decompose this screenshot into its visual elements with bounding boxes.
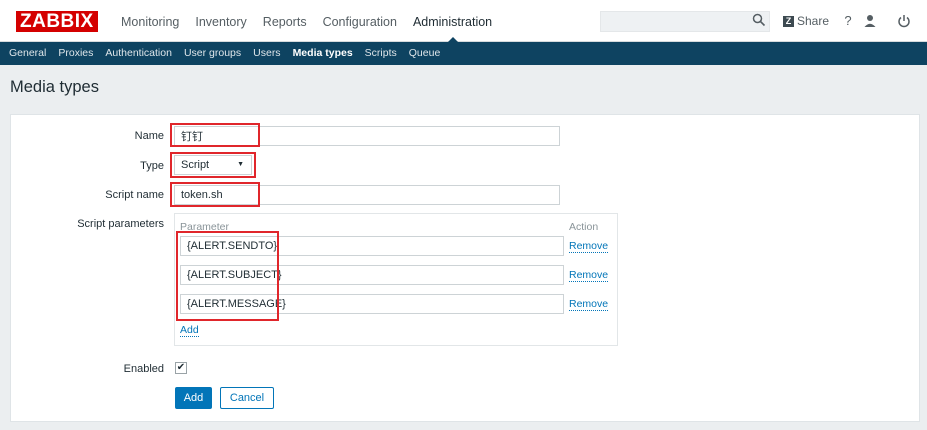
search-input[interactable] <box>600 11 770 32</box>
cancel-button[interactable]: Cancel <box>220 387 274 409</box>
top-menu-configuration[interactable]: Configuration <box>315 0 405 42</box>
zabbix-logo[interactable]: ZABBIX <box>16 11 98 32</box>
sub-menu-users[interactable]: Users <box>247 42 286 65</box>
action-column-header: Action <box>569 221 599 233</box>
top-bar: ZABBIX Monitoring Inventory Reports Conf… <box>0 0 927 43</box>
sub-menu-user-groups[interactable]: User groups <box>178 42 247 65</box>
script-name-input[interactable] <box>174 185 560 205</box>
search-icon[interactable] <box>752 13 766 27</box>
enabled-label: Enabled <box>123 363 164 375</box>
script-params-label: Script parameters <box>77 218 164 230</box>
type-label: Type <box>140 160 164 172</box>
param-input-3[interactable] <box>180 294 564 314</box>
top-menu-monitoring[interactable]: Monitoring <box>113 0 187 42</box>
chevron-down-icon: ▼ <box>237 161 244 168</box>
page-header <box>0 65 927 110</box>
help-icon[interactable]: ? <box>841 13 855 29</box>
user-icon[interactable] <box>863 13 877 29</box>
type-select[interactable]: Script ▼ <box>174 155 252 175</box>
power-icon[interactable] <box>897 13 911 29</box>
top-menu: Monitoring Inventory Reports Configurati… <box>113 0 500 43</box>
sub-menu-media-types[interactable]: Media types <box>287 42 359 65</box>
page-title: Media types <box>10 78 99 96</box>
remove-param-3-link[interactable]: Remove <box>569 298 609 311</box>
add-button[interactable]: Add <box>175 387 212 409</box>
sub-menu-scripts[interactable]: Scripts <box>359 42 403 65</box>
sub-menu-queue[interactable]: Queue <box>403 42 447 65</box>
share-label: Share <box>797 14 830 28</box>
sub-menu-authentication[interactable]: Authentication <box>99 42 178 65</box>
share-button[interactable]: Z Share <box>783 13 829 29</box>
script-name-label: Script name <box>105 189 164 201</box>
top-menu-administration[interactable]: Administration <box>405 0 500 43</box>
top-menu-reports[interactable]: Reports <box>255 0 315 42</box>
param-input-1[interactable] <box>180 236 564 256</box>
sub-menu: General Proxies Authentication User grou… <box>0 42 927 65</box>
sub-menu-general[interactable]: General <box>3 42 52 65</box>
enabled-checkbox[interactable]: ✔ <box>175 362 187 374</box>
param-column-header: Parameter <box>180 221 230 233</box>
param-input-2[interactable] <box>180 265 564 285</box>
type-select-value: Script <box>181 159 210 171</box>
name-label: Name <box>134 130 164 142</box>
top-menu-inventory[interactable]: Inventory <box>187 0 254 42</box>
sub-menu-proxies[interactable]: Proxies <box>52 42 99 65</box>
add-param-link[interactable]: Add <box>180 324 199 337</box>
name-input[interactable] <box>174 126 560 146</box>
remove-param-1-link[interactable]: Remove <box>569 240 609 253</box>
remove-param-2-link[interactable]: Remove <box>569 269 609 282</box>
share-z-icon: Z <box>783 15 794 27</box>
